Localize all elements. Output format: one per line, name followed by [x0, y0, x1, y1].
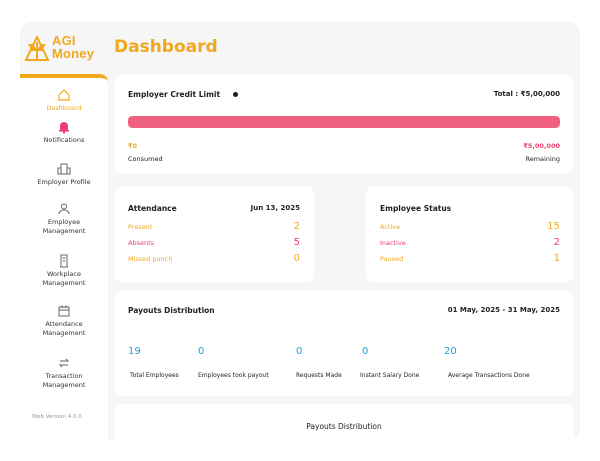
status-label: Paused — [380, 255, 404, 263]
attendance-date: Jun 13, 2025 — [250, 204, 300, 212]
distribution-title: Payouts Distribution — [306, 422, 382, 431]
app-window: AGI Money Dashboard Dashboard Notificati… — [20, 22, 580, 440]
remaining-value: ₹5,00,000 — [523, 142, 560, 150]
employee-status-title: Employee Status — [380, 204, 452, 213]
sidebar-item-attendance-management[interactable]: Attendance Management — [20, 304, 108, 338]
brand-logo[interactable]: AGI Money — [24, 34, 108, 64]
attendance-row: Present 2 — [128, 221, 300, 234]
stat-label: Total Employees — [130, 372, 179, 379]
version-label: Web Version 4.0.0 — [32, 414, 82, 420]
sidebar-item-label: Transaction Management — [42, 372, 86, 389]
page-title: Dashboard — [114, 37, 218, 57]
status-row: Paused 1 — [380, 253, 560, 266]
stat-value: 0 — [198, 346, 205, 357]
stat-label: Instant Salary Done — [360, 372, 420, 379]
attendance-row: Absents 5 — [128, 237, 300, 250]
consumed-label: Consumed — [128, 155, 163, 163]
credit-progress-bar — [128, 116, 560, 128]
stat-value: 20 — [444, 346, 457, 357]
status-value: 2 — [553, 237, 560, 248]
top-bar: AGI Money Dashboard — [20, 22, 580, 74]
remaining-label: Remaining — [525, 155, 560, 163]
status-row: Active 15 — [380, 221, 560, 234]
payouts-distribution-card: Payouts Distribution — [114, 404, 574, 440]
status-value: 15 — [547, 221, 560, 232]
brand-line-2: Money — [52, 46, 95, 61]
sidebar-item-label: Employer Profile — [37, 178, 91, 186]
sidebar-item-workplace-management[interactable]: Workplace Management — [20, 254, 108, 288]
attendance-value: 5 — [293, 237, 300, 248]
consumed-value: ₹0 — [128, 142, 138, 150]
credit-limit-title: Employer Credit Limit — [128, 90, 221, 99]
attendance-card: Attendance Jun 13, 2025 Present 2 Absent… — [114, 186, 314, 282]
sidebar-item-label: Employee Management — [42, 218, 86, 235]
sidebar-item-label: Notifications — [43, 136, 85, 144]
stat-label: Employees took payout — [198, 372, 269, 379]
status-label: Active — [380, 223, 401, 231]
office-icon — [60, 254, 68, 268]
brand-name: AGI Money — [52, 34, 94, 60]
attendance-title: Attendance — [128, 204, 177, 213]
sidebar-item-label: Attendance Management — [42, 320, 86, 337]
sidebar-item-transaction-management[interactable]: Transaction Management — [20, 356, 108, 390]
sidebar-item-label: Workplace Management — [42, 270, 86, 287]
employee-status-card: Employee Status Active 15 Inactive 2 Pau… — [366, 186, 574, 282]
credit-progress-fill — [128, 116, 560, 128]
status-row: Inactive 2 — [380, 237, 560, 250]
payouts-date-range[interactable]: 01 May, 2025 - 31 May, 2025 — [448, 306, 560, 314]
attendance-label: Absents — [128, 239, 155, 247]
users-icon — [58, 203, 70, 215]
stat-label: Requests Made — [296, 372, 342, 379]
credit-total: Total : ₹5,00,000 — [493, 90, 560, 98]
stat-value: 0 — [296, 346, 303, 357]
sidebar-item-dashboard[interactable]: Dashboard — [20, 88, 108, 113]
attendance-value: 2 — [293, 221, 300, 232]
status-label: Inactive — [380, 239, 406, 247]
building-icon — [57, 163, 71, 175]
attendance-label: Present — [128, 223, 153, 231]
sidebar-item-employee-management[interactable]: Employee Management — [20, 202, 108, 236]
payouts-card: Payouts Distribution 01 May, 2025 - 31 M… — [114, 290, 574, 396]
credit-limit-card: Employer Credit Limit Total : ₹5,00,000 … — [114, 74, 574, 174]
exchange-icon — [58, 358, 70, 368]
sidebar-item-label: Dashboard — [46, 104, 82, 112]
stat-value: 0 — [362, 346, 369, 357]
info-dot-icon[interactable] — [233, 92, 238, 97]
agi-logo-icon — [24, 36, 50, 61]
bell-icon — [59, 122, 69, 134]
payouts-title: Payouts Distribution — [128, 306, 215, 315]
stat-value: 19 — [128, 346, 141, 357]
stat-label: Average Transactions Done — [448, 372, 530, 379]
attendance-value: 0 — [293, 253, 300, 264]
sidebar-item-employer-profile[interactable]: Employer Profile — [20, 162, 108, 187]
home-icon — [58, 89, 70, 101]
sidebar: Dashboard Notifications Employer Profile… — [20, 74, 108, 440]
attendance-label: Missed punch — [128, 255, 173, 263]
sidebar-item-notifications[interactable]: Notifications — [20, 120, 108, 145]
attendance-row: Missed punch 0 — [128, 253, 300, 266]
calendar-icon — [58, 305, 70, 317]
status-value: 1 — [553, 253, 560, 264]
